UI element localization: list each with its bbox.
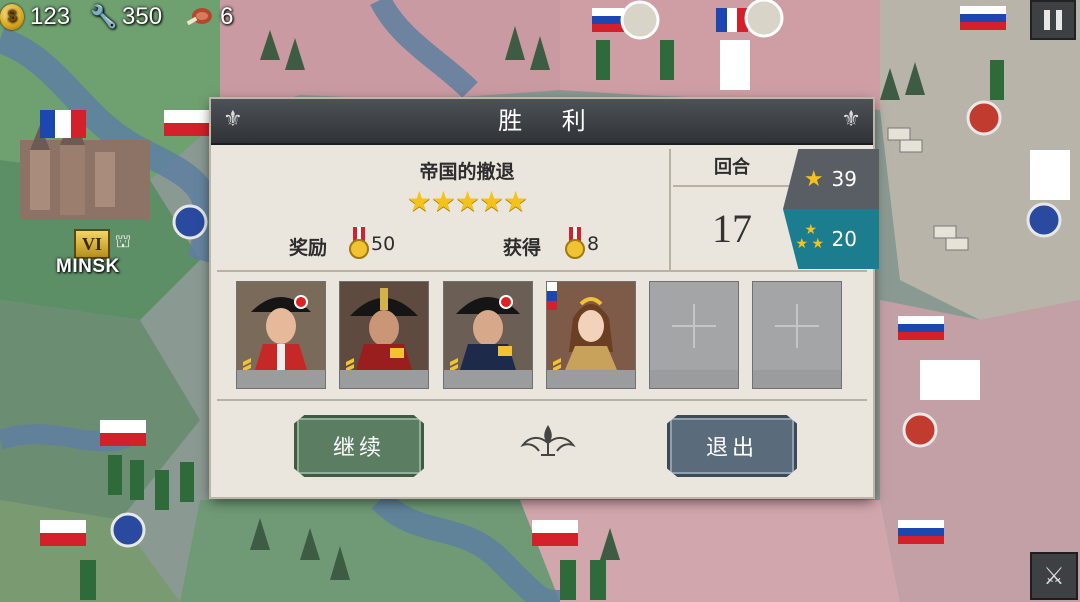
- gold-value: 123: [30, 3, 71, 30]
- triple-star-icon: ★ ★ ★: [795, 222, 825, 252]
- map-toggle-button[interactable]: ⚔: [1030, 552, 1078, 600]
- reward-value: 50: [371, 233, 396, 255]
- medal-icon: [349, 227, 369, 259]
- crossed-swords-icon: ⚔: [1043, 562, 1065, 590]
- mission-name: 帝国的撤退: [419, 161, 515, 183]
- slot-strip: [547, 370, 635, 388]
- food-counter: 6: [184, 3, 233, 31]
- victory-dialog: ⚜ 胜 利 ⚜ 帝国的撤退 ★★★★★ 奖励 50 获得 8 回合 17 ★ 3…: [211, 99, 879, 497]
- general-score-box: ★ ★ ★ 20: [783, 209, 879, 269]
- slot-strip: [237, 370, 325, 388]
- medal-icon: [565, 227, 585, 259]
- empty-general-slot[interactable]: [649, 281, 739, 389]
- general-slot[interactable]: [546, 281, 636, 389]
- general-portrait: [340, 282, 428, 370]
- pause-icon-bar: [1056, 10, 1062, 30]
- round-value: 17: [712, 206, 752, 251]
- star-score-box: ★ 39: [783, 149, 879, 209]
- continue-button[interactable]: 继续: [294, 415, 424, 477]
- slot-strip: [753, 370, 841, 388]
- fleur-de-lis-icon: ⚜: [841, 107, 861, 132]
- industry-counter: 🔧 350: [90, 3, 163, 31]
- general-portrait: [237, 282, 325, 370]
- plus-icon: [672, 304, 716, 348]
- slot-strip: [444, 370, 532, 388]
- mission-rating-stars: ★★★★★: [406, 185, 529, 218]
- resource-bar: $ 123 🔧 350 6: [0, 0, 255, 34]
- wrench-icon: 🔧: [90, 4, 118, 29]
- general-portrait: [444, 282, 532, 370]
- earned-label: 获得: [503, 237, 542, 259]
- general-slots: [236, 281, 856, 393]
- round-label: 回合: [673, 151, 791, 187]
- star-score-value: 39: [831, 167, 857, 191]
- city-name-label[interactable]: MINSK: [56, 256, 120, 278]
- reward-label: 奖励: [289, 237, 328, 259]
- divider: [669, 149, 671, 270]
- pause-button[interactable]: [1030, 0, 1076, 40]
- general-slot[interactable]: [236, 281, 326, 389]
- general-slot[interactable]: [443, 281, 533, 389]
- general-slot[interactable]: [339, 281, 429, 389]
- star-icon: ★: [803, 166, 824, 192]
- plus-icon: [775, 304, 819, 348]
- food-value: 6: [220, 3, 234, 30]
- divider: [217, 399, 867, 401]
- general-portrait: [547, 282, 635, 370]
- earned-value: 8: [587, 233, 600, 255]
- dialog-header: ⚜ 胜 利 ⚜: [211, 99, 873, 145]
- dialog-title: 胜 利: [498, 107, 602, 135]
- exit-button[interactable]: 退出: [667, 415, 797, 477]
- meat-icon: [184, 4, 214, 30]
- dialog-body: 帝国的撤退 ★★★★★ 奖励 50 获得 8 回合 17 ★ 39 ★ ★ ★ 20: [217, 149, 879, 491]
- divider: [217, 270, 867, 272]
- coin-icon: $: [0, 4, 24, 30]
- gold-counter: $ 123: [0, 3, 70, 31]
- slot-strip: [340, 370, 428, 388]
- city-rank-badge: VI: [74, 229, 110, 259]
- pause-icon: [1044, 10, 1050, 30]
- slot-strip: [650, 370, 738, 388]
- ornament-icon: [520, 425, 576, 456]
- castle-icon: ⛫: [114, 231, 132, 252]
- empty-general-slot[interactable]: [752, 281, 842, 389]
- general-score-value: 20: [831, 227, 857, 251]
- industry-value: 350: [122, 3, 163, 30]
